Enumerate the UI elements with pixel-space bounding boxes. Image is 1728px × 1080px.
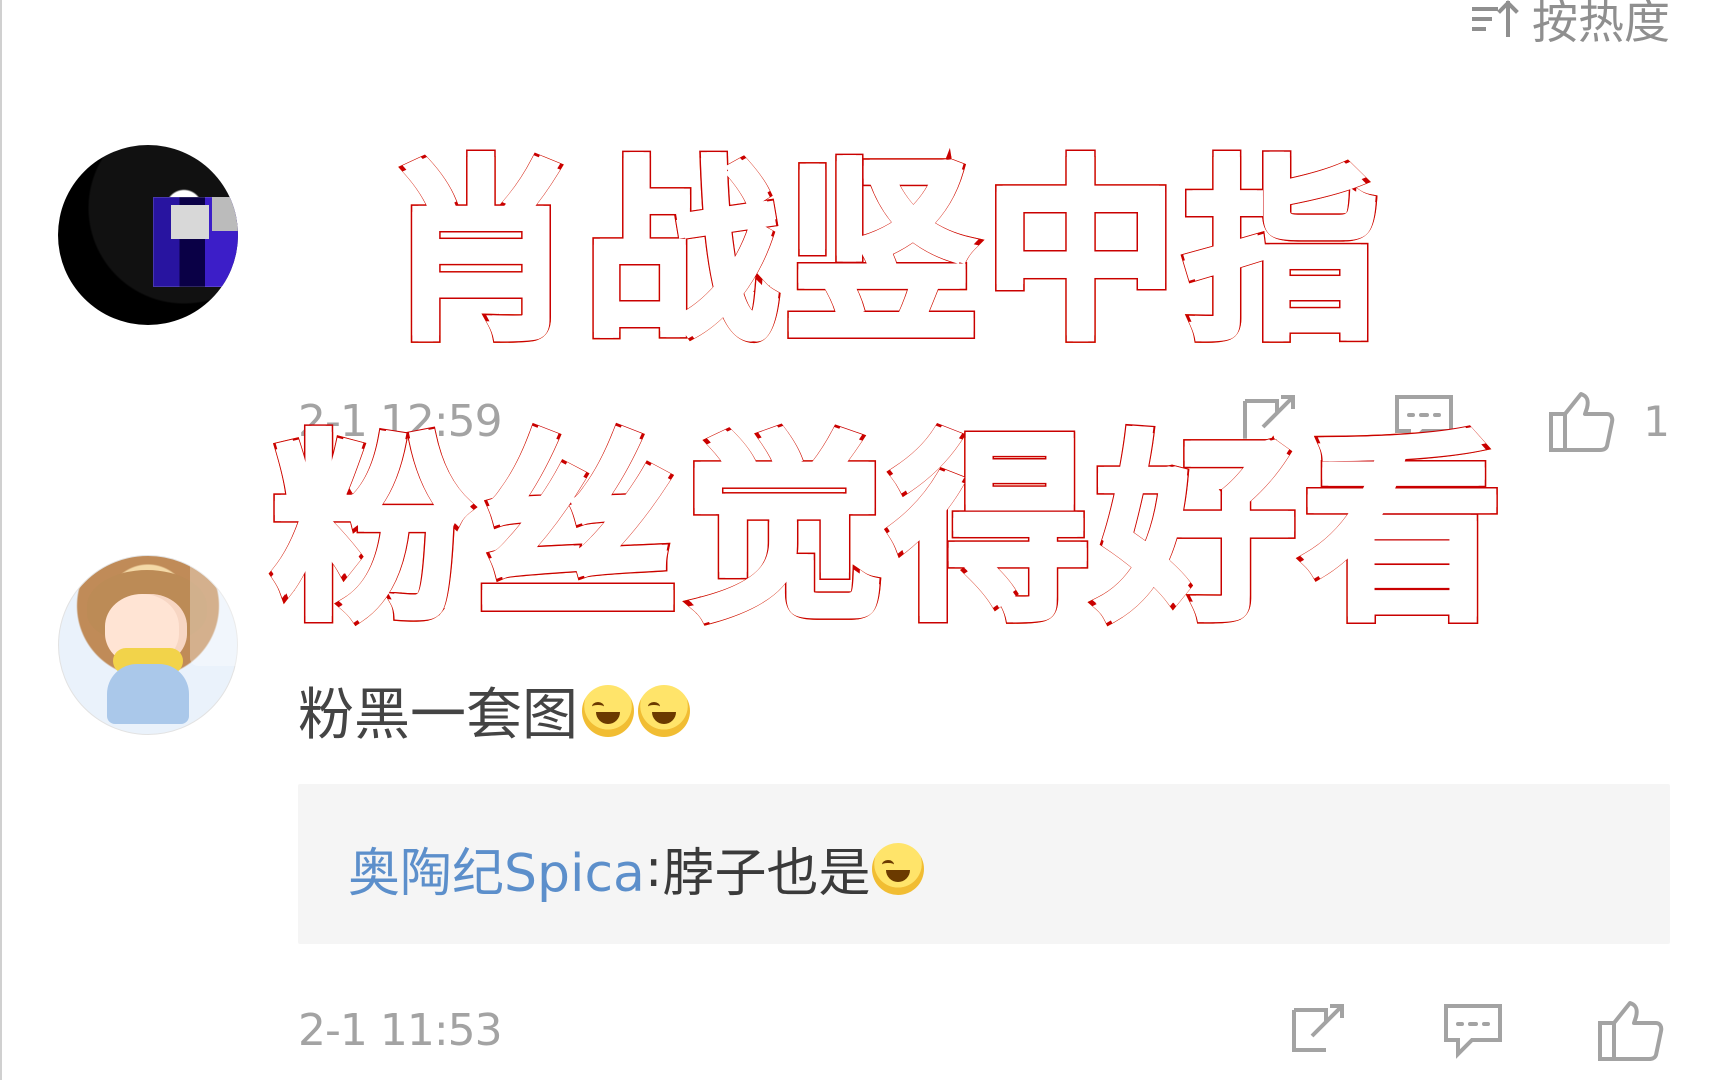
sort-control[interactable]: 按热度	[1470, 0, 1670, 49]
share-icon[interactable]	[1284, 1000, 1354, 1060]
reply-text: 脖子也是	[662, 844, 871, 904]
overlay-title-line-2: 粉丝觉得好看	[26, 427, 1728, 636]
reply-separator: :	[644, 838, 663, 899]
comment-icon[interactable]	[1438, 998, 1508, 1062]
overlay-backdrop-line-1	[300, 158, 1355, 373]
pixelated-avatar-area	[153, 197, 238, 287]
like-button-1[interactable]: 1	[1543, 386, 1670, 456]
avatar-body	[107, 664, 189, 724]
laughing-emoji-icon	[638, 684, 690, 737]
thumbs-up-icon	[1543, 386, 1621, 456]
like-count-1: 1	[1643, 396, 1670, 446]
comment-meta-row-1: 2-1 12:59 1	[298, 388, 1670, 454]
avatar-user-1[interactable]	[58, 145, 238, 325]
comment-text-content-2: 粉黑一套图	[298, 683, 578, 748]
thumbs-up-icon	[1598, 1001, 1664, 1061]
avatar-user-2[interactable]	[58, 555, 238, 735]
comment-timestamp-1: 2-1 12:59	[298, 395, 503, 447]
reply-user-link[interactable]: 奥陶纪Spica	[348, 831, 645, 906]
like-button-2[interactable]	[1592, 995, 1670, 1065]
share-icon[interactable]	[1235, 391, 1305, 451]
comment-icon[interactable]	[1389, 389, 1459, 453]
comment-actions-1: 1	[1235, 386, 1670, 456]
comment-meta-row-2: 2-1 11:53	[298, 997, 1670, 1063]
reply-box[interactable]: 奥陶纪Spica : 脖子也是	[298, 784, 1670, 944]
sort-icon	[1470, 0, 1524, 41]
comment-timestamp-2: 2-1 11:53	[298, 1004, 503, 1056]
sort-label: 按热度	[1532, 0, 1670, 49]
comment-text-2: 粉黑一套图	[298, 670, 690, 751]
overlay-title-line-1: 肖战竖中指	[20, 152, 1728, 355]
comment-actions-2	[1284, 995, 1670, 1065]
reply-line: 奥陶纪Spica : 脖子也是	[348, 831, 925, 906]
overlay-backdrop-line-2	[190, 438, 1485, 666]
laughing-emoji-icon	[582, 684, 634, 737]
laughing-emoji-icon	[872, 842, 925, 895]
page-left-border	[0, 0, 2, 1080]
